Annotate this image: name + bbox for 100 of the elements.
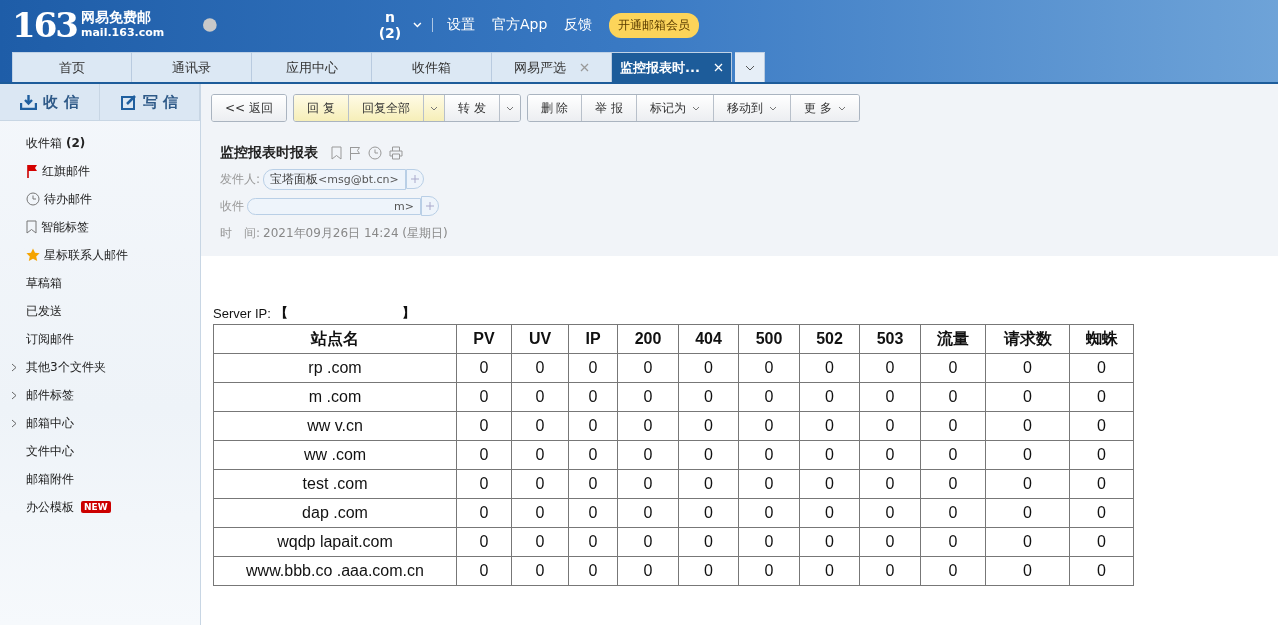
toolbar-button[interactable]: 更 多 bbox=[791, 95, 860, 121]
folder-item[interactable]: 邮箱中心 bbox=[0, 409, 200, 437]
folder-item[interactable]: 智能标签 bbox=[0, 213, 200, 241]
tab[interactable]: 收件箱 bbox=[372, 52, 492, 82]
table-cell: 0 bbox=[920, 556, 986, 586]
toolbar-button[interactable]: 删 除 bbox=[527, 95, 583, 121]
flag-icon[interactable] bbox=[349, 146, 361, 160]
account-menu[interactable]: n (2) bbox=[371, 9, 422, 41]
caret-icon bbox=[505, 105, 514, 111]
column-header: PV bbox=[456, 324, 512, 354]
header-link[interactable]: 官方App bbox=[492, 16, 548, 34]
server-ip-label: Server IP: bbox=[213, 305, 271, 321]
table-cell: 0 bbox=[568, 498, 618, 528]
header-link[interactable]: 设置 bbox=[447, 16, 475, 34]
avatar-icon bbox=[202, 17, 218, 33]
dropdown-button[interactable] bbox=[423, 95, 445, 121]
plus-icon bbox=[426, 202, 434, 210]
table-cell: 0 bbox=[985, 498, 1070, 528]
table-cell: 0 bbox=[678, 469, 739, 499]
tab[interactable]: 首页 bbox=[12, 52, 132, 82]
sender-chip[interactable]: 宝塔面板<msg@bt.cn> bbox=[263, 168, 406, 190]
tab[interactable]: 网易严选 bbox=[492, 52, 612, 82]
table-cell: 0 bbox=[678, 353, 739, 383]
table-cell: 0 bbox=[456, 440, 512, 470]
header-link[interactable]: 反馈 bbox=[564, 16, 593, 34]
tabs-menu-button[interactable] bbox=[735, 52, 765, 82]
table-cell: 0 bbox=[799, 440, 860, 470]
clock-icon[interactable] bbox=[368, 146, 382, 160]
table-cell: 0 bbox=[568, 411, 618, 441]
table-cell: 0 bbox=[511, 440, 569, 470]
toolbar-button[interactable]: 标记为 bbox=[637, 95, 715, 121]
toolbar-button[interactable]: 移动到 bbox=[714, 95, 792, 121]
toolbar-button[interactable]: 转 发 bbox=[444, 95, 500, 121]
table-cell: 0 bbox=[617, 469, 679, 499]
table-cell: 0 bbox=[456, 411, 512, 441]
caret-icon bbox=[429, 105, 438, 111]
folder-label: 草稿箱 bbox=[26, 274, 62, 292]
table-cell: 0 bbox=[738, 440, 800, 470]
folder-item[interactable]: 草稿箱 bbox=[0, 269, 200, 297]
toolbar-button[interactable]: 举 报 bbox=[582, 95, 638, 121]
caret-icon bbox=[692, 105, 701, 111]
table-cell: 0 bbox=[617, 353, 679, 383]
edit-icon bbox=[120, 94, 137, 110]
folder-item[interactable]: 收件箱 (2) bbox=[0, 129, 200, 157]
folder-item[interactable]: 已发送 bbox=[0, 297, 200, 325]
folder-item[interactable]: 邮箱附件 bbox=[0, 465, 200, 493]
toolbar-button[interactable]: 回 复 bbox=[293, 95, 349, 121]
folder-item[interactable]: 红旗邮件 bbox=[0, 157, 200, 185]
table-cell: 0 bbox=[985, 469, 1070, 499]
table-cell: 0 bbox=[738, 556, 800, 586]
vip-button[interactable]: 开通邮箱会员 bbox=[609, 12, 700, 38]
toolbar-button[interactable]: 回复全部 bbox=[348, 95, 424, 121]
chevron-icon bbox=[11, 362, 17, 372]
folder-item[interactable]: 邮件标签 bbox=[0, 381, 200, 409]
email-subject: 监控报表时报表 bbox=[220, 144, 318, 162]
column-header: 200 bbox=[617, 324, 679, 354]
table-cell: 0 bbox=[678, 556, 739, 586]
column-header: UV bbox=[511, 324, 569, 354]
folder-label: 其他3个文件夹 bbox=[26, 358, 106, 376]
table-cell: 0 bbox=[920, 498, 986, 528]
column-header: 502 bbox=[799, 324, 860, 354]
time-label: 时 间: bbox=[220, 224, 261, 242]
print-icon[interactable] bbox=[389, 146, 403, 160]
table-cell: 0 bbox=[456, 353, 512, 383]
table-cell: 0 bbox=[859, 556, 921, 586]
add-contact-button[interactable] bbox=[421, 196, 439, 216]
table-cell: 0 bbox=[568, 527, 618, 557]
folder-item[interactable]: 订阅邮件 bbox=[0, 325, 200, 353]
table-cell: ww v.cn bbox=[213, 411, 457, 441]
flag-icon bbox=[26, 164, 38, 178]
table-cell: 0 bbox=[799, 382, 860, 412]
column-header: 503 bbox=[859, 324, 921, 354]
table-cell: 0 bbox=[738, 469, 800, 499]
folder-item[interactable]: 待办邮件 bbox=[0, 185, 200, 213]
add-contact-button[interactable] bbox=[405, 169, 424, 189]
table-cell: 0 bbox=[738, 527, 800, 557]
tab[interactable]: 通讯录 bbox=[132, 52, 252, 82]
table-cell: 0 bbox=[678, 498, 739, 528]
folder-item[interactable]: 星标联系人邮件 bbox=[0, 241, 200, 269]
receive-button[interactable]: 收 信 bbox=[0, 84, 100, 120]
table-cell: 0 bbox=[617, 498, 679, 528]
table-cell: dap .com bbox=[213, 498, 457, 528]
toolbar-button[interactable]: << 返回 bbox=[212, 95, 286, 121]
sender-label: 发件人: bbox=[220, 170, 261, 188]
table-cell: 0 bbox=[678, 411, 739, 441]
folder-item[interactable]: 文件中心 bbox=[0, 437, 200, 465]
tab[interactable]: 应用中心 bbox=[252, 52, 372, 82]
tab[interactable]: 监控报表时... bbox=[612, 52, 732, 82]
table-cell: 0 bbox=[678, 382, 739, 412]
folder-label: 智能标签 bbox=[41, 218, 89, 236]
bookmark-icon[interactable] bbox=[331, 146, 342, 160]
compose-button[interactable]: 写 信 bbox=[100, 84, 200, 120]
folder-item[interactable]: 其他3个文件夹 bbox=[0, 353, 200, 381]
star-icon bbox=[26, 248, 40, 262]
recipient-chip[interactable]: m> bbox=[247, 197, 421, 215]
table-cell: 0 bbox=[985, 353, 1070, 383]
time-value: 2021年09月26日 14:24 (星期日) bbox=[263, 224, 448, 242]
folder-item[interactable]: 办公模板 NEW bbox=[0, 493, 200, 521]
column-header: 流量 bbox=[920, 324, 986, 354]
dropdown-button[interactable] bbox=[499, 95, 520, 121]
